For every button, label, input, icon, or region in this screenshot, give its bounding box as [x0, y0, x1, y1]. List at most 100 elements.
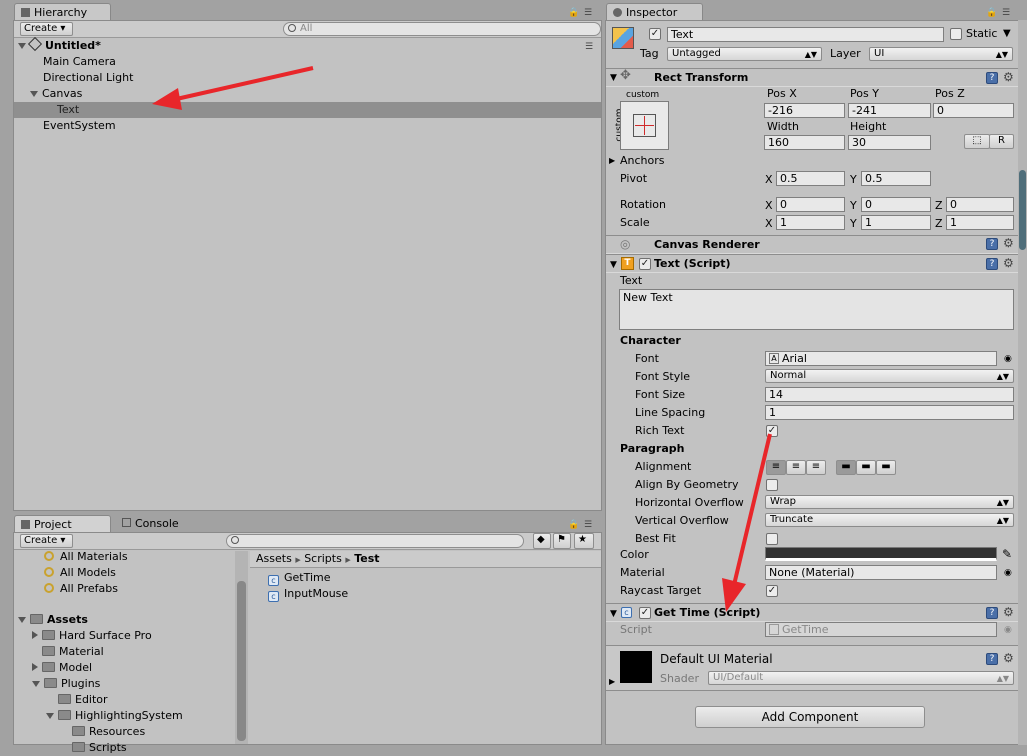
tag-dropdown[interactable]: Untagged ▲▼	[667, 47, 822, 61]
align-top-button[interactable]: ▬	[836, 460, 856, 475]
font-field[interactable]: A Arial	[765, 351, 997, 366]
help-icon[interactable]: ?	[986, 72, 998, 84]
line-spacing-field[interactable]: 1	[765, 405, 1014, 420]
posx-field[interactable]: -216	[764, 103, 845, 118]
rotation-y-field[interactable]: 0	[861, 197, 931, 212]
text-enabled-checkbox[interactable]: ✓	[639, 258, 651, 270]
width-field[interactable]: 160	[764, 135, 845, 150]
align-bottom-button[interactable]: ▬	[876, 460, 896, 475]
static-dropdown-icon[interactable]: ▼	[1003, 27, 1011, 41]
folder-assets[interactable]: Assets	[18, 612, 88, 628]
inspector-menu-icon[interactable]: ☰	[1002, 7, 1010, 19]
folder-highlightingsystem[interactable]: HighlightingSystem	[46, 708, 183, 724]
posy-field[interactable]: -241	[848, 103, 931, 118]
static-checkbox[interactable]	[950, 28, 962, 40]
filter-label-button[interactable]: ⚑	[553, 533, 571, 549]
foldout-arrow-icon[interactable]: ▼	[610, 607, 617, 621]
tab-console[interactable]: Console	[122, 517, 179, 530]
align-right-button[interactable]: ≡	[806, 460, 826, 475]
breadcrumb-test[interactable]: Test	[354, 552, 379, 565]
hierarchy-search-input[interactable]: All	[283, 22, 601, 36]
font-size-field[interactable]: 14	[765, 387, 1014, 402]
blueprint-mode-button[interactable]: ⬚	[964, 134, 990, 149]
project-create-button[interactable]: Create ▾	[20, 534, 73, 548]
align-middle-button[interactable]: ▬	[856, 460, 876, 475]
foldout-arrow-icon[interactable]: ▼	[610, 71, 617, 85]
material-field[interactable]: None (Material)	[765, 565, 997, 580]
gear-icon[interactable]: ⚙	[1003, 606, 1014, 618]
rotation-x-field[interactable]: 0	[776, 197, 845, 212]
active-checkbox[interactable]: ✓	[649, 28, 661, 40]
expand-arrow-icon[interactable]	[18, 617, 26, 623]
project-tree-scrollbar[interactable]	[235, 551, 248, 744]
lock-icon[interactable]: 🔒	[568, 7, 579, 19]
help-icon[interactable]: ?	[986, 653, 998, 665]
scale-y-field[interactable]: 1	[861, 215, 931, 230]
expand-arrow-icon[interactable]	[30, 91, 38, 97]
gear-icon[interactable]: ⚙	[1003, 257, 1014, 269]
project-menu-icon[interactable]: ☰	[584, 519, 592, 531]
breadcrumb-scripts[interactable]: Scripts	[304, 552, 342, 565]
rotation-z-field[interactable]: 0	[946, 197, 1014, 212]
h-overflow-dropdown[interactable]: Wrap ▲▼	[765, 495, 1014, 509]
expand-arrow-icon[interactable]	[32, 681, 40, 687]
collapse-arrow-icon[interactable]	[32, 663, 38, 671]
color-swatch[interactable]	[765, 547, 997, 561]
folder-editor[interactable]: Editor	[58, 692, 108, 708]
favorite-all-prefabs[interactable]: All Prefabs	[44, 581, 118, 597]
raw-edit-button[interactable]: R	[989, 134, 1014, 149]
anchors-label[interactable]: Anchors	[620, 154, 665, 168]
pivot-y-field[interactable]: 0.5	[861, 171, 931, 186]
font-style-dropdown[interactable]: Normal ▲▼	[765, 369, 1014, 383]
hierarchy-item-main-camera[interactable]: Main Camera	[43, 54, 116, 70]
scrollbar-thumb[interactable]	[1019, 170, 1026, 250]
hierarchy-item-directional-light[interactable]: Directional Light	[43, 70, 133, 86]
get-time-enabled-checkbox[interactable]: ✓	[639, 607, 651, 619]
menu-icon[interactable]: ☰	[584, 7, 592, 19]
project-lock-icon[interactable]: 🔒	[568, 519, 579, 531]
add-component-button[interactable]: Add Component	[695, 706, 925, 728]
filter-type-button[interactable]: ◆	[533, 533, 551, 549]
favorite-all-models[interactable]: All Models	[44, 565, 116, 581]
foldout-arrow-icon[interactable]: ▼	[610, 258, 617, 272]
favorite-star-button[interactable]: ★	[574, 533, 594, 549]
help-icon[interactable]: ?	[986, 607, 998, 619]
anchors-foldout-icon[interactable]: ▶	[609, 154, 615, 168]
help-icon[interactable]: ?	[986, 258, 998, 270]
text-area[interactable]: New Text	[619, 289, 1014, 330]
gear-icon[interactable]: ⚙	[1003, 71, 1014, 83]
folder-model[interactable]: Model	[32, 660, 92, 676]
tab-project[interactable]: Project	[14, 515, 111, 533]
favorite-all-materials[interactable]: All Materials	[44, 549, 128, 565]
pivot-x-field[interactable]: 0.5	[776, 171, 845, 186]
scene-menu-icon[interactable]: ☰	[585, 41, 593, 53]
breadcrumb-assets[interactable]: Assets	[256, 552, 292, 565]
file-gettime[interactable]: c GetTime	[268, 570, 331, 586]
folder-hard-surface-pro[interactable]: Hard Surface Pro	[32, 628, 152, 644]
gear-icon[interactable]: ⚙	[1003, 237, 1014, 249]
posz-field[interactable]: 0	[933, 103, 1014, 118]
expand-arrow-icon[interactable]	[18, 43, 26, 49]
gear-icon[interactable]: ⚙	[1003, 652, 1014, 664]
object-picker-icon[interactable]: ◉	[1004, 352, 1012, 366]
scene-row[interactable]: Untitled*	[18, 36, 598, 54]
layer-dropdown[interactable]: UI ▲▼	[869, 47, 1013, 61]
scrollbar-thumb[interactable]	[237, 581, 246, 741]
hierarchy-item-canvas[interactable]: Canvas	[30, 86, 82, 102]
collapse-arrow-icon[interactable]	[32, 631, 38, 639]
file-inputmouse[interactable]: c InputMouse	[268, 586, 348, 602]
folder-material[interactable]: Material	[42, 644, 104, 660]
scale-x-field[interactable]: 1	[776, 215, 845, 230]
inspector-lock-icon[interactable]: 🔒	[986, 7, 997, 19]
tab-hierarchy[interactable]: Hierarchy	[14, 3, 111, 21]
folder-scripts[interactable]: Scripts	[72, 740, 127, 756]
eyedropper-icon[interactable]: ✎	[1002, 547, 1012, 561]
height-field[interactable]: 30	[848, 135, 931, 150]
project-search-input[interactable]	[226, 534, 524, 548]
hierarchy-create-button[interactable]: Create ▾	[20, 22, 73, 36]
folder-resources[interactable]: Resources	[72, 724, 145, 740]
hierarchy-item-eventsystem[interactable]: EventSystem	[43, 118, 116, 134]
tab-inspector[interactable]: Inspector	[606, 3, 703, 21]
v-overflow-dropdown[interactable]: Truncate ▲▼	[765, 513, 1014, 527]
expand-arrow-icon[interactable]	[46, 713, 54, 719]
